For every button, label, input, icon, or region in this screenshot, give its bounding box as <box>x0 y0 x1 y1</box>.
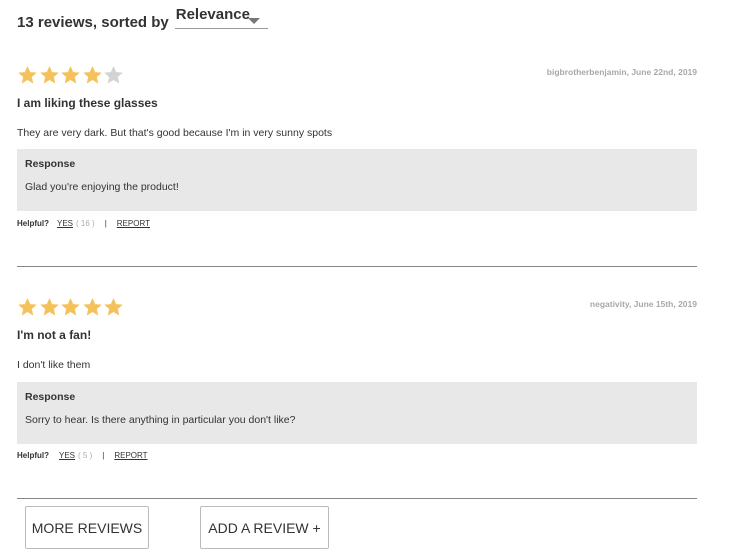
star-filled-icon <box>39 65 60 85</box>
helpful-yes-link[interactable]: YES <box>59 451 75 460</box>
more-reviews-button[interactable]: MORE REVIEWS <box>25 506 149 549</box>
helpful-label: Helpful? <box>17 219 49 228</box>
review-divider <box>17 266 697 267</box>
sort-selected-value: Relevance <box>175 6 250 23</box>
review-author-date: negativity, June 15th, 2019 <box>589 299 697 309</box>
response-text: Glad you're enjoying the product! <box>25 181 179 193</box>
sort-dropdown[interactable]: Relevance <box>174 6 268 29</box>
separator: | <box>102 451 105 460</box>
star-rating <box>17 65 125 85</box>
reviews-header: 13 reviews, sorted by Relevance <box>17 6 268 32</box>
review-author-date: bigbrotherbenjamin, June 22nd, 2019 <box>546 67 697 77</box>
star-filled-icon <box>17 297 38 317</box>
star-filled-icon <box>82 65 103 85</box>
review-title: I'm not a fan! <box>17 328 92 342</box>
star-empty-icon <box>103 65 124 85</box>
review-body: They are very dark. But that's good beca… <box>17 127 333 139</box>
chevron-down-icon <box>247 18 260 24</box>
helpful-label: Helpful? <box>17 451 49 460</box>
helpful-yes-count: ( 16 ) <box>76 219 95 228</box>
report-link[interactable]: REPORT <box>114 451 147 460</box>
response-label: Response <box>25 158 76 170</box>
star-rating <box>17 297 125 317</box>
seller-response: Response Sorry to hear. Is there anythin… <box>17 382 697 444</box>
star-filled-icon <box>60 297 81 317</box>
review-title: I am liking these glasses <box>17 96 158 110</box>
response-text: Sorry to hear. Is there anything in part… <box>25 414 296 426</box>
star-filled-icon <box>60 65 81 85</box>
add-review-button[interactable]: ADD A REVIEW + <box>200 506 329 549</box>
response-label: Response <box>25 391 76 403</box>
helpful-row: Helpful? YES ( 5 ) | REPORT <box>17 451 148 460</box>
helpful-row: Helpful? YES ( 16 ) | REPORT <box>17 219 150 228</box>
star-filled-icon <box>39 297 60 317</box>
star-filled-icon <box>17 65 38 85</box>
review-item: bigbrotherbenjamin, June 22nd, 2019 I am… <box>17 65 697 235</box>
review-divider <box>17 498 697 499</box>
reviews-count-label: 13 reviews, sorted by <box>17 14 169 31</box>
helpful-yes-link[interactable]: YES <box>57 219 73 228</box>
separator: | <box>104 219 107 228</box>
seller-response: Response Glad you're enjoying the produc… <box>17 149 697 211</box>
star-filled-icon <box>82 297 103 317</box>
review-item: negativity, June 15th, 2019 I'm not a fa… <box>17 297 697 467</box>
helpful-yes-count: ( 5 ) <box>78 451 93 460</box>
report-link[interactable]: REPORT <box>117 219 150 228</box>
review-body: I don't like them <box>17 359 91 371</box>
star-filled-icon <box>103 297 124 317</box>
